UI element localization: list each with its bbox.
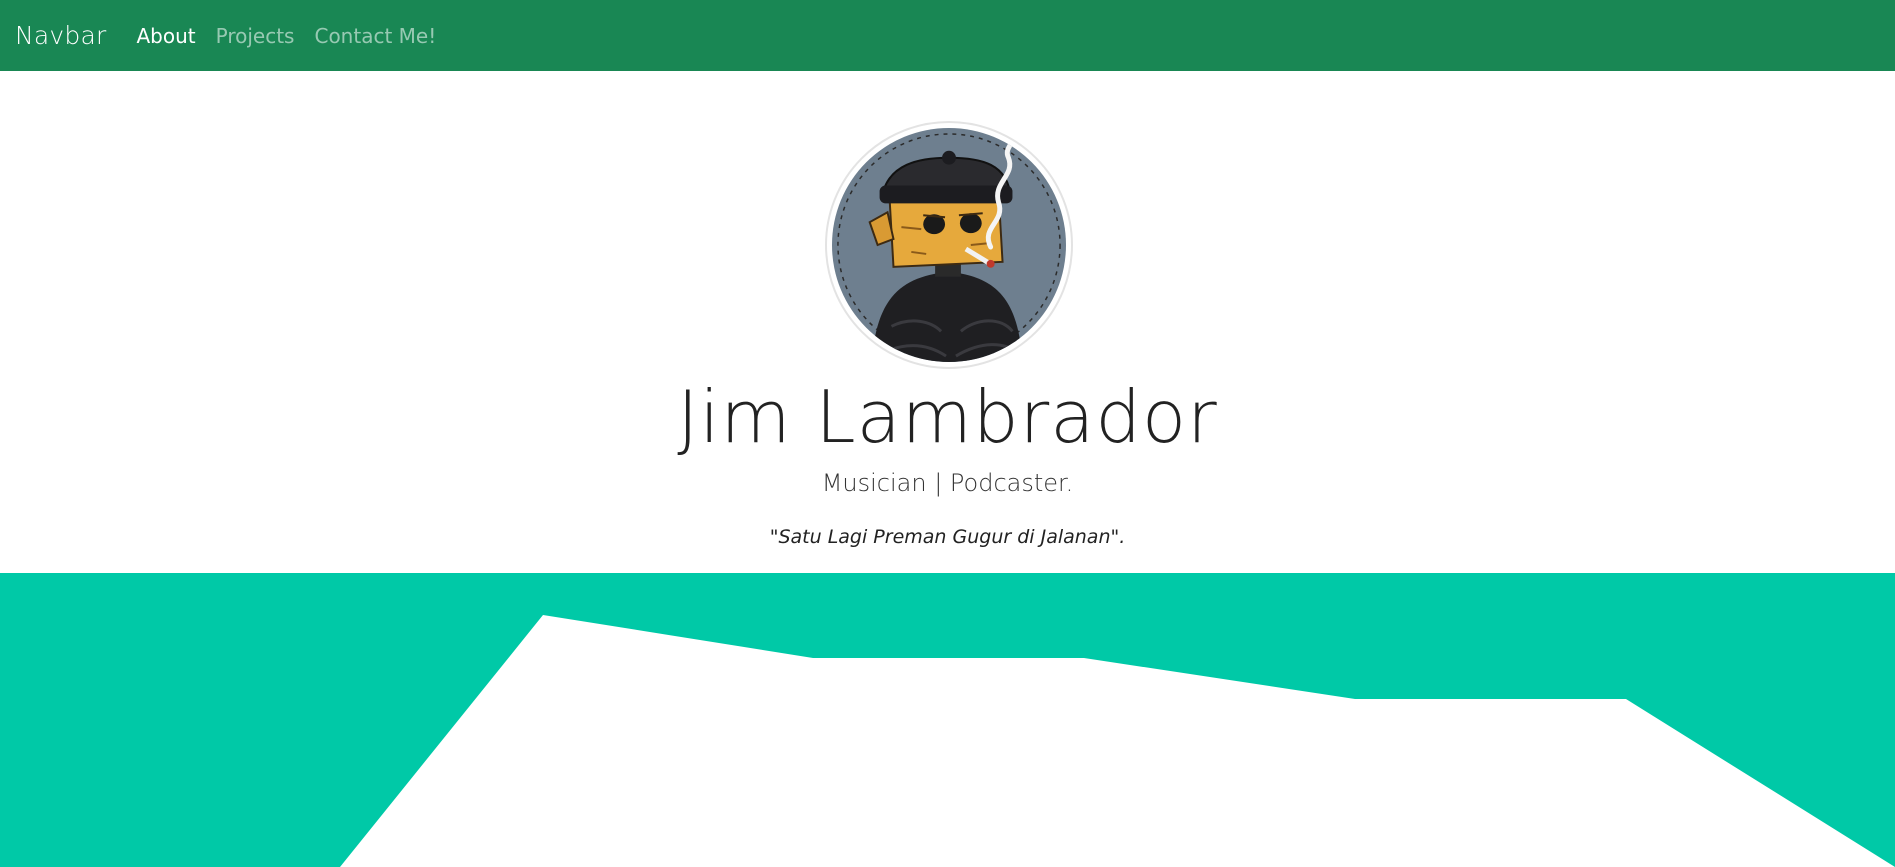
hero-section: Jim Lambrador Musician | Podcaster. "Sat… [0, 71, 1895, 573]
nav-link-about[interactable]: About [136, 24, 195, 48]
navbar: Navbar About Projects Contact Me! [0, 0, 1895, 71]
profile-tagline: Musician | Podcaster. [821, 469, 1074, 497]
profile-quote: "Satu Lagi Preman Gugur di Jalanan". [769, 526, 1126, 548]
nav-link-contact[interactable]: Contact Me! [314, 24, 436, 48]
avatar-illustration-icon [832, 128, 1066, 362]
decorative-wave-shape [0, 573, 1895, 867]
profile-name: Jim Lambrador [677, 375, 1218, 459]
navbar-brand[interactable]: Navbar [15, 21, 106, 50]
avatar [825, 121, 1073, 369]
nav-link-projects[interactable]: Projects [216, 24, 295, 48]
